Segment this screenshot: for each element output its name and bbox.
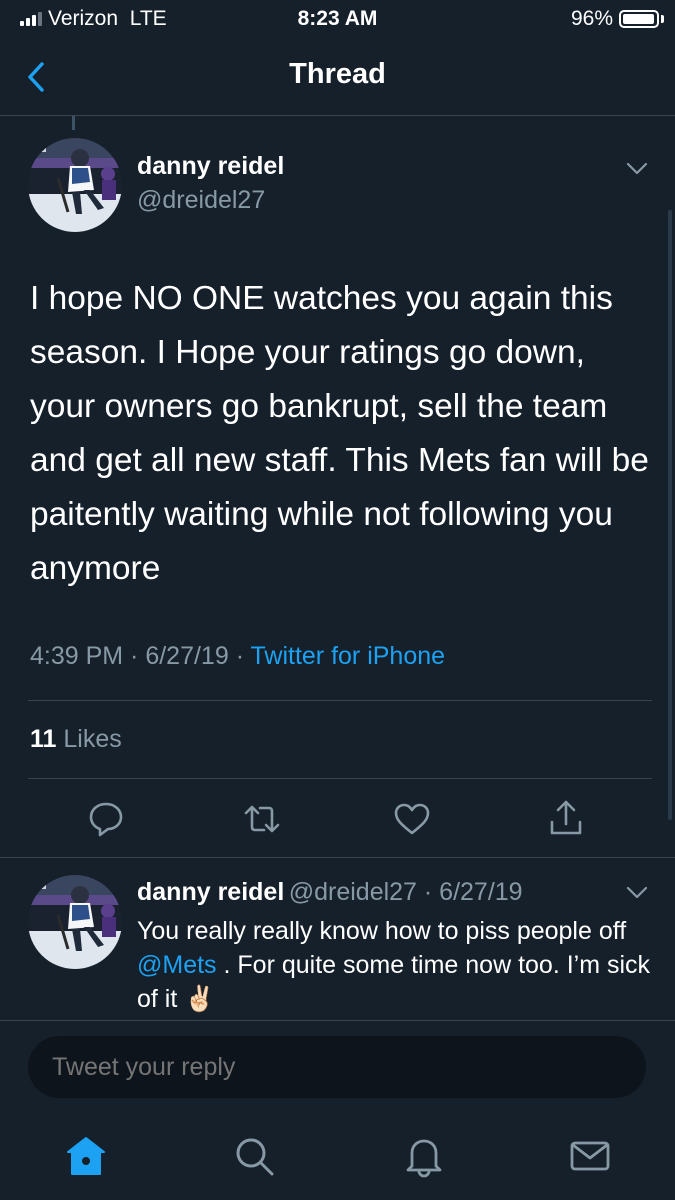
reply-icon[interactable]	[86, 799, 126, 839]
mention-link[interactable]: @Mets	[137, 951, 217, 979]
status-bar: Verizon LTE 8:23 AM 96%	[0, 0, 675, 38]
avatar[interactable]	[28, 875, 122, 969]
reply-compose-box[interactable]	[28, 1036, 646, 1098]
share-icon[interactable]	[546, 798, 586, 838]
like-icon[interactable]	[392, 799, 432, 839]
likes-count[interactable]: 11 Likes	[30, 725, 122, 754]
divider	[0, 1020, 675, 1021]
avatar-image	[28, 138, 122, 232]
reply-text: You really really know how to piss peopl…	[137, 917, 651, 1013]
author-handle[interactable]: @dreidel27	[137, 186, 265, 215]
author-name[interactable]: danny reidel	[137, 152, 284, 181]
battery-nub	[661, 15, 664, 23]
divider	[0, 115, 675, 116]
tweet-meta: 4:39 PM · 6/27/19 · Twitter for iPhone	[30, 642, 446, 670]
battery-icon	[619, 10, 659, 28]
tweet-date: 6/27/19	[145, 642, 229, 670]
chevron-down-icon[interactable]	[626, 162, 648, 176]
messages-icon[interactable]	[568, 1134, 612, 1178]
scrollbar[interactable]	[668, 210, 672, 820]
notifications-icon[interactable]	[402, 1134, 446, 1178]
avatar-image	[28, 875, 122, 969]
reply-input[interactable]	[52, 1053, 612, 1082]
divider	[0, 857, 675, 858]
reply-handle-date[interactable]: @dreidel27 · 6/27/19	[289, 878, 523, 906]
page-title: Thread	[289, 58, 386, 90]
retweet-icon[interactable]	[242, 799, 282, 839]
reply-author-name[interactable]: danny reidel	[137, 878, 284, 906]
reply-header: danny reidel @dreidel27 · 6/27/19	[137, 878, 523, 907]
tweet-source-link[interactable]: Twitter for iPhone	[251, 642, 446, 670]
thread-connector	[72, 116, 75, 130]
chevron-down-icon[interactable]	[626, 886, 648, 900]
home-icon[interactable]	[64, 1134, 108, 1178]
battery-percent: 96%	[570, 7, 613, 30]
tweet-text: I hope NO ONE watches you again this sea…	[30, 280, 649, 587]
search-icon[interactable]	[232, 1134, 276, 1178]
divider	[28, 700, 652, 701]
tweet-time: 4:39 PM	[30, 642, 124, 670]
divider	[28, 778, 652, 779]
avatar[interactable]	[28, 138, 122, 232]
